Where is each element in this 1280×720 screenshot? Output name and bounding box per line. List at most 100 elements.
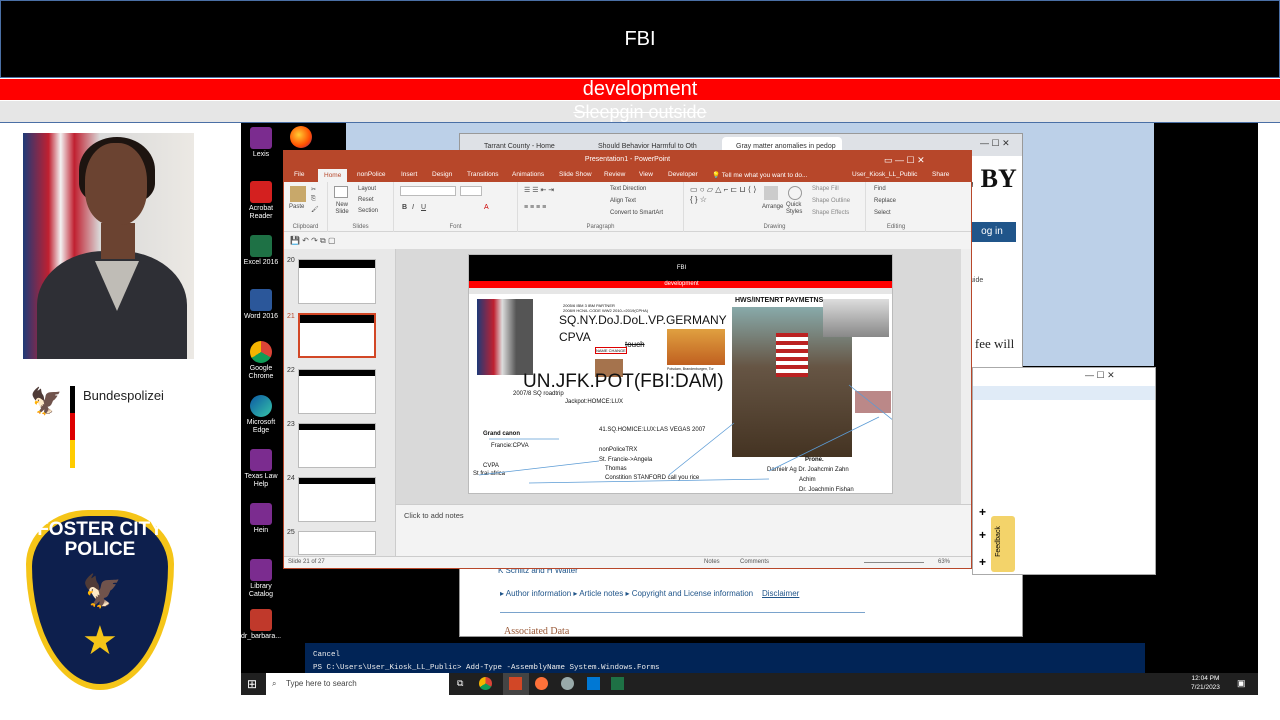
- underline-icon[interactable]: U: [421, 204, 426, 211]
- align-text-button[interactable]: Align Text: [610, 198, 636, 204]
- arrange-button[interactable]: Arrange: [762, 204, 783, 210]
- tab-animations[interactable]: Animations: [512, 171, 544, 178]
- windows-start-icon[interactable]: ⊞: [247, 677, 257, 691]
- firefox-icon[interactable]: [290, 126, 312, 148]
- current-slide[interactable]: FBI development 2005/6 IBM 3 IBM PARTNER…: [468, 254, 893, 494]
- paste-button[interactable]: Paste: [289, 204, 304, 210]
- slide-thumbnail-selected[interactable]: [298, 313, 376, 358]
- app-taskbar-icon[interactable]: [561, 677, 574, 690]
- text-direction-button[interactable]: Text Direction: [610, 186, 646, 192]
- notification-icon[interactable]: ▣: [1237, 678, 1246, 689]
- tell-me-search[interactable]: 💡 Tell me what you want to do...: [712, 171, 807, 179]
- new-slide-button[interactable]: New Slide: [332, 202, 352, 216]
- feedback-tab[interactable]: Feedback: [991, 516, 1015, 572]
- slide-thumbnail[interactable]: [298, 423, 376, 468]
- share-button[interactable]: Share: [932, 171, 949, 178]
- badge-text: FOSTER CITY POLICE: [37, 519, 163, 560]
- zoom-slider[interactable]: [864, 562, 924, 563]
- cut-icon[interactable]: ✂: [311, 186, 316, 193]
- shape-effects-button[interactable]: Shape Effects: [812, 210, 849, 216]
- powerpoint-taskbar-button[interactable]: [503, 673, 529, 695]
- slide-thumbnail[interactable]: [298, 531, 376, 555]
- window-controls[interactable]: — ☐ ✕: [1085, 370, 1115, 381]
- window-controls[interactable]: ▭ — ☐ ✕: [884, 151, 925, 169]
- format-painter-icon[interactable]: 🖌: [311, 206, 319, 213]
- qat-icons[interactable]: 💾 ↶ ↷ ⧉ ▢: [290, 236, 336, 246]
- login-button[interactable]: og in: [968, 222, 1016, 242]
- copyright-link[interactable]: Copyright and License information: [632, 589, 753, 598]
- quick-styles-button[interactable]: Quick Styles: [786, 202, 808, 216]
- thumb-number: 23: [287, 421, 295, 428]
- slide-thumbnail[interactable]: [298, 477, 376, 522]
- bundespolizei-label: Bundespolizei: [83, 388, 164, 403]
- select-button[interactable]: Select: [874, 210, 891, 216]
- firefox-taskbar-icon[interactable]: [535, 677, 548, 690]
- shape-outline-button[interactable]: Shape Outline: [812, 198, 850, 204]
- convert-smartart-button[interactable]: Convert to SmartArt: [610, 210, 663, 216]
- font-name-select[interactable]: [400, 186, 456, 196]
- align-icons[interactable]: ≡ ≡ ≡ ≡: [524, 204, 546, 211]
- vertical-scrollbar[interactable]: [961, 249, 971, 504]
- desktop-icon-chrome[interactable]: Google Chrome: [241, 341, 281, 381]
- tab-transitions[interactable]: Transitions: [467, 171, 499, 178]
- user-name[interactable]: User_Kiosk_LL_Public: [852, 171, 917, 178]
- task-view-icon[interactable]: ⧉: [457, 678, 463, 689]
- find-button[interactable]: Find: [874, 186, 886, 192]
- terminal-taskbar-icon[interactable]: [587, 677, 600, 690]
- shape-fill-button[interactable]: Shape Fill: [812, 186, 839, 192]
- taskbar-search[interactable]: ⌕ Type here to search: [266, 673, 449, 695]
- notes-pane[interactable]: Click to add notes: [396, 504, 971, 559]
- desktop-icon-texas-law[interactable]: Texas Law Help: [241, 449, 281, 489]
- layout-button[interactable]: Layout: [358, 186, 376, 192]
- tab-developer[interactable]: Developer: [668, 171, 698, 178]
- word-icon: [250, 289, 272, 311]
- desktop-icon-acrobat[interactable]: Acrobat Reader: [241, 181, 281, 221]
- italic-icon[interactable]: I: [412, 204, 414, 211]
- copy-icon[interactable]: ⎘: [311, 196, 316, 203]
- tab-slideshow[interactable]: Slide Show: [559, 171, 592, 178]
- plus-icon[interactable]: +: [979, 555, 986, 569]
- chrome-taskbar-icon[interactable]: [479, 677, 492, 690]
- desktop-icon-excel[interactable]: Excel 2016: [241, 235, 281, 267]
- plus-icon[interactable]: +: [979, 505, 986, 519]
- new-slide-icon: [334, 186, 348, 198]
- desktop-icon-word[interactable]: Word 2016: [241, 289, 281, 321]
- edge-icon: [250, 395, 272, 417]
- replace-button[interactable]: Replace: [874, 198, 896, 204]
- notes-toggle[interactable]: Notes: [704, 559, 720, 565]
- desktop-icon-lexis[interactable]: Lexis: [241, 127, 281, 159]
- zoom-level[interactable]: 63%: [938, 559, 950, 565]
- font-size-select[interactable]: [460, 186, 482, 196]
- tab-view[interactable]: View: [639, 171, 653, 178]
- tab-home[interactable]: Home: [318, 169, 348, 182]
- chrome-icon: [250, 341, 272, 363]
- header-title: FBI: [624, 27, 656, 50]
- tab-file[interactable]: File: [294, 171, 304, 178]
- bundespolizei-logo: 🦅 Bundespolizei: [30, 386, 210, 474]
- window-controls[interactable]: — ☐ ✕: [980, 138, 1010, 149]
- shapes-gallery[interactable]: ▭ ○ ▱ △ ⌐ ⊏ ⊔ ⟨ ⟩ { } ☆: [690, 185, 758, 205]
- comments-toggle[interactable]: Comments: [740, 559, 769, 565]
- disclaimer-link[interactable]: Disclaimer: [762, 589, 799, 598]
- tab-review[interactable]: Review: [604, 171, 625, 178]
- tab-insert[interactable]: Insert: [401, 171, 417, 178]
- article-notes-link[interactable]: Article notes: [579, 589, 623, 598]
- bullets-icon[interactable]: ☰ ☰ ⇤ ⇥: [524, 186, 554, 194]
- associated-data-heading: Associated Data: [504, 626, 570, 637]
- slide-thumbnail[interactable]: [298, 259, 376, 304]
- tab-nonpolice[interactable]: nonPolice: [357, 171, 386, 178]
- clock[interactable]: 12:04 PM 7/21/2023: [1191, 674, 1220, 692]
- author-info-link[interactable]: Author information: [506, 589, 571, 598]
- bold-icon[interactable]: B: [402, 204, 407, 211]
- plus-icon[interactable]: +: [979, 528, 986, 542]
- font-color-icon[interactable]: A: [484, 204, 489, 211]
- desktop-icon-edge[interactable]: Microsoft Edge: [241, 395, 281, 435]
- desktop-icon-library[interactable]: Library Catalog: [241, 559, 281, 599]
- excel-taskbar-icon[interactable]: [611, 677, 624, 690]
- desktop-icon-barbara[interactable]: dr_barbara...: [241, 609, 281, 641]
- section-button[interactable]: Section: [358, 208, 378, 214]
- tab-design[interactable]: Design: [432, 171, 452, 178]
- desktop-icon-hein[interactable]: Hein: [241, 503, 281, 535]
- reset-button[interactable]: Reset: [358, 197, 374, 203]
- slide-thumbnail[interactable]: [298, 369, 376, 414]
